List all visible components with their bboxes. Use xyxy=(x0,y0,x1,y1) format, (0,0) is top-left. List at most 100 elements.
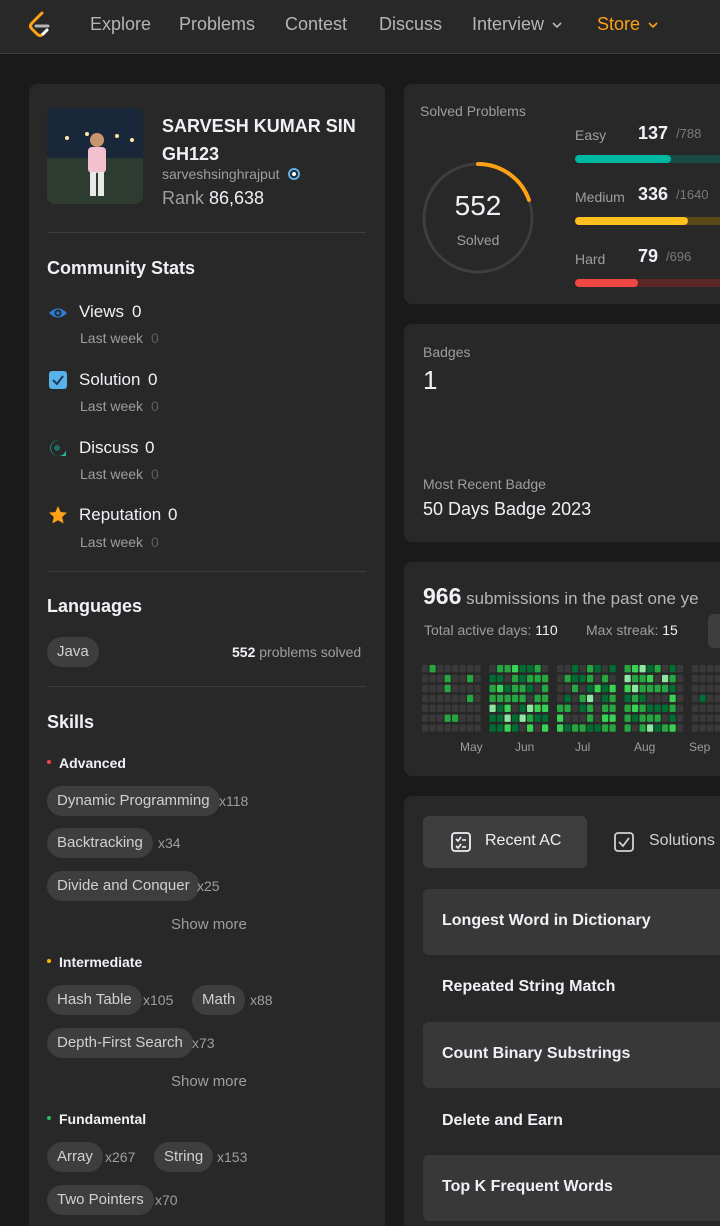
heatmap-cell xyxy=(647,674,654,683)
heatmap-cell xyxy=(594,704,601,712)
recent-ac-item[interactable]: Repeated String Match xyxy=(423,955,720,1021)
nav-contest[interactable]: Contest xyxy=(285,14,347,35)
heatmap-cell xyxy=(594,674,601,683)
heatmap-cell xyxy=(699,684,706,693)
heatmap-cell xyxy=(519,714,526,722)
language-count: 552 problems solved xyxy=(232,644,362,660)
nav-interview[interactable]: Interview xyxy=(472,14,563,35)
recent-ac-item[interactable]: Longest Word in Dictionary xyxy=(423,889,720,955)
heatmap-cell xyxy=(654,704,661,712)
heatmap-cell xyxy=(632,674,639,683)
heatmap-cell xyxy=(714,724,720,732)
avatar[interactable] xyxy=(47,108,143,204)
skill-level-advanced: Advanced xyxy=(47,755,126,771)
skill-tag[interactable]: Divide and Conquer xyxy=(47,871,200,901)
heatmap-cell xyxy=(542,684,549,693)
divider xyxy=(47,686,366,687)
heatmap-cell xyxy=(564,665,571,673)
show-more-button[interactable]: Show more xyxy=(171,916,247,933)
profile-card: SARVESH KUMAR SIN GH123 sarveshsinghrajp… xyxy=(29,84,385,1226)
skill-count: x73 xyxy=(192,1035,215,1051)
heatmap-cell xyxy=(467,704,474,712)
skill-tag[interactable]: Hash Table xyxy=(47,985,142,1015)
heatmap-cell xyxy=(677,684,684,693)
nav-store[interactable]: Store xyxy=(597,14,659,35)
heatmap-cell xyxy=(579,665,586,673)
heatmap-cell xyxy=(512,724,519,732)
year-select[interactable] xyxy=(708,614,720,648)
heatmap-cell xyxy=(489,724,496,732)
heatmap-cell xyxy=(542,704,549,712)
heatmap-cell xyxy=(429,704,436,712)
heatmap-cell xyxy=(467,684,474,693)
heatmap-cell xyxy=(564,674,571,683)
heatmap-cell xyxy=(572,674,579,683)
language-tag[interactable]: Java xyxy=(47,637,99,667)
recent-ac-item[interactable]: Delete and Earn xyxy=(423,1089,720,1155)
recent-ac-item[interactable]: Top K Frequent Words xyxy=(423,1155,720,1221)
heatmap-cell xyxy=(609,665,616,673)
heatmap-cell xyxy=(519,684,526,693)
heatmap-cell xyxy=(647,704,654,712)
heatmap-cell xyxy=(707,714,714,722)
heatmap-cell xyxy=(602,704,609,712)
skill-tag[interactable]: Math xyxy=(192,985,246,1015)
stat-views-sub-label: Last week xyxy=(80,330,144,346)
heatmap-cell xyxy=(669,714,676,722)
heatmap-cell xyxy=(512,714,519,722)
skill-tag[interactable]: Dynamic Programming xyxy=(47,786,220,816)
user-badge-icon xyxy=(288,168,301,180)
heatmap-cell xyxy=(497,714,504,722)
heatmap-cell xyxy=(624,724,631,732)
heatmap-cell xyxy=(557,714,564,722)
tab-recent-ac[interactable]: Recent AC xyxy=(423,816,587,868)
skill-tag[interactable]: Backtracking xyxy=(47,828,153,858)
heatmap-cell xyxy=(422,704,429,712)
heatmap-cell xyxy=(459,704,466,712)
star-icon xyxy=(49,506,67,524)
heatmap-cell xyxy=(692,724,699,732)
heatmap-cell xyxy=(467,674,474,683)
heatmap-cell xyxy=(699,665,706,673)
heatmap-cell xyxy=(707,665,714,673)
heatmap-cell xyxy=(557,724,564,732)
heatmap-cell xyxy=(587,665,594,673)
heatmap-cell xyxy=(662,674,669,683)
heatmap-cell xyxy=(579,674,586,683)
nav-discuss[interactable]: Discuss xyxy=(379,14,442,35)
heatmap-cell xyxy=(512,665,519,673)
nav-explore[interactable]: Explore xyxy=(90,14,151,35)
easy-progress-bar xyxy=(575,155,720,163)
heatmap-cell xyxy=(459,694,466,703)
heatmap-cell xyxy=(512,694,519,703)
heatmap-cell xyxy=(647,724,654,732)
heatmap-cell xyxy=(467,724,474,732)
solved-total: 552 xyxy=(454,190,502,221)
heatmap-cell xyxy=(714,714,720,722)
heatmap-cell xyxy=(429,694,436,703)
tab-solutions[interactable]: Solutions xyxy=(613,816,720,868)
skill-tag[interactable]: Depth-First Search xyxy=(47,1028,193,1058)
leetcode-logo-icon[interactable] xyxy=(26,10,54,40)
heatmap-cell xyxy=(564,714,571,722)
heatmap-cell xyxy=(422,665,429,673)
heatmap-cell xyxy=(452,704,459,712)
skill-tag[interactable]: Array xyxy=(47,1142,103,1172)
heatmap-cell xyxy=(594,714,601,722)
nav-problems[interactable]: Problems xyxy=(179,14,255,35)
recent-ac-item[interactable]: Count Binary Substrings xyxy=(423,1022,720,1088)
skill-tag[interactable]: Two Pointers xyxy=(47,1185,154,1215)
show-more-button[interactable]: Show more xyxy=(171,1073,247,1090)
profile-name: SARVESH KUMAR SIN GH123 xyxy=(162,116,356,164)
heatmap-cell xyxy=(699,724,706,732)
skill-tag[interactable]: String xyxy=(154,1142,214,1172)
heatmap-cell xyxy=(467,694,474,703)
heatmap-cell xyxy=(519,704,526,712)
heatmap-cell xyxy=(662,684,669,693)
heatmap-cell xyxy=(474,714,481,722)
heatmap-cell xyxy=(527,684,534,693)
skill-count: x70 xyxy=(155,1192,178,1208)
heatmap-cell xyxy=(609,724,616,732)
heatmap-cell xyxy=(459,674,466,683)
check-box-icon xyxy=(614,832,634,852)
